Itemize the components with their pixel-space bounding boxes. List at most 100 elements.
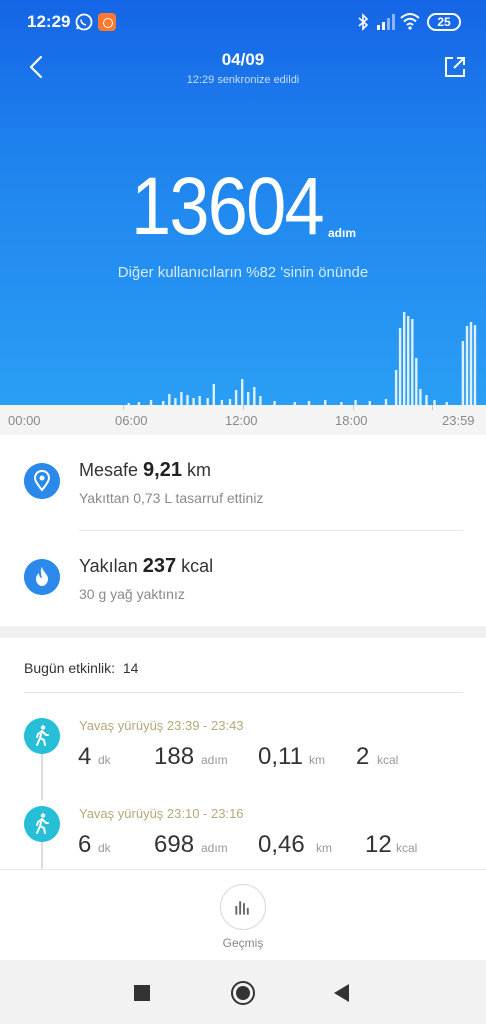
- step-bar: [425, 395, 428, 405]
- tick-mark: [432, 405, 433, 410]
- step-bar: [419, 389, 422, 405]
- chart-time-axis: 00:00 06:00 12:00 18:00 23:59: [0, 405, 486, 435]
- tick-mark: [243, 405, 244, 410]
- distance-title: Mesafe 9,21 km: [79, 459, 211, 482]
- activity-distance-unit: km: [316, 841, 332, 855]
- time-tick-label: 06:00: [115, 413, 148, 428]
- wifi-icon: [400, 13, 420, 30]
- time-tick-label: 12:00: [225, 413, 258, 428]
- step-bar: [253, 387, 256, 405]
- step-bar: [247, 392, 250, 405]
- hero-panel: 12:29 25 04/09 12:29 senkronize edildi 1…: [0, 0, 486, 405]
- sync-status: 12:29 senkronize edildi: [186, 74, 300, 86]
- distance-unit: km: [187, 460, 211, 480]
- activity-label: Yavaş yürüyüş 23:10 - 23:16: [79, 806, 244, 821]
- calories-label: Yakılan: [79, 556, 138, 576]
- activity-item[interactable]: Yavaş yürüyüş 23:10 - 23:16 6 dk 698 adı…: [0, 788, 486, 870]
- distance-label: Mesafe: [79, 460, 139, 480]
- distance-subtext: Yakıttan 0,73 L tasarruf ettiniz: [79, 490, 264, 506]
- activity-distance: 0,46: [258, 831, 305, 858]
- home-circle-icon[interactable]: [231, 981, 255, 1005]
- bluetooth-icon: [358, 13, 369, 31]
- status-time: 12:29: [27, 12, 71, 31]
- flame-icon: [24, 559, 60, 595]
- calories-row[interactable]: Yakılan 237 kcal 30 g yağ yaktınız: [0, 531, 486, 626]
- back-triangle-icon[interactable]: [334, 984, 349, 1002]
- calories-title: Yakılan 237 kcal: [79, 555, 213, 578]
- step-count-block: 13604 adım: [0, 162, 486, 252]
- battery-level: 25: [437, 15, 451, 29]
- page-title-date: 04/09: [221, 50, 265, 69]
- time-tick-label: 00:00: [8, 413, 41, 428]
- activity-steps-unit: adım: [201, 753, 228, 767]
- activity-distance: 0,11: [258, 743, 303, 770]
- section-separator: [0, 626, 486, 638]
- share-icon: [445, 57, 465, 77]
- step-bar: [407, 316, 410, 405]
- walking-person-icon: [24, 718, 60, 754]
- step-bar: [198, 396, 201, 405]
- time-tick-label: 18:00: [335, 413, 368, 428]
- share-button[interactable]: [443, 55, 467, 79]
- calories-unit: kcal: [181, 556, 214, 576]
- activity-duration: 6: [78, 831, 92, 858]
- step-bar: [174, 398, 177, 405]
- status-bar: 12:29 25: [0, 0, 486, 44]
- divider: [24, 692, 463, 693]
- bar-chart-icon: [235, 901, 249, 915]
- activity-count-value: 14: [122, 660, 139, 676]
- tick-mark: [353, 405, 354, 410]
- whatsapp-icon: [75, 13, 93, 31]
- activity-count-label: Bugün etkinlik:: [24, 660, 116, 676]
- distance-value: 9,21: [143, 459, 182, 481]
- step-bar: [186, 395, 189, 405]
- walking-person-icon: [24, 806, 60, 842]
- ranking-text: Diğer kullanıcıların %82 'sinin önünde: [117, 264, 369, 281]
- time-tick-label: 23:59: [442, 413, 475, 428]
- calories-value: 237: [142, 555, 177, 577]
- step-bar: [415, 358, 418, 405]
- timeline-connector: [41, 842, 43, 870]
- activity-steps: 188: [154, 743, 195, 770]
- activity-steps: 698: [154, 831, 195, 858]
- activity-label: Yavaş yürüyüş 23:39 - 23:43: [79, 718, 244, 733]
- step-count: 13604: [131, 161, 325, 252]
- step-bar: [168, 394, 171, 405]
- activity-distance-unit: km: [309, 753, 325, 767]
- step-bar: [192, 398, 195, 405]
- step-bar: [180, 392, 183, 405]
- activity-duration-unit: dk: [98, 841, 111, 855]
- activity-kcal: 12: [365, 831, 392, 858]
- step-bar: [234, 390, 238, 405]
- history-label[interactable]: Geçmiş: [0, 936, 486, 950]
- activity-kcal-unit: kcal: [377, 753, 399, 767]
- step-bar: [465, 326, 469, 405]
- activity-steps-unit: adım: [201, 841, 228, 855]
- app-notification-icon: [98, 13, 116, 31]
- activity-count: Bugün etkinlik: 14: [24, 660, 138, 676]
- recents-square-icon[interactable]: [134, 985, 150, 1001]
- activity-kcal: 2: [356, 743, 370, 770]
- step-bar: [473, 325, 477, 405]
- step-bar: [469, 322, 473, 405]
- signal-icon: [377, 14, 395, 30]
- activity-duration-unit: dk: [98, 753, 111, 767]
- step-bar: [259, 396, 262, 405]
- step-bar: [461, 341, 465, 405]
- step-bar: [411, 319, 414, 405]
- battery-icon: 25: [427, 13, 461, 31]
- system-nav-bar: [0, 960, 486, 1024]
- step-bar: [398, 328, 402, 405]
- step-unit: adım: [328, 226, 357, 240]
- step-bar: [212, 384, 215, 405]
- tick-mark: [123, 405, 124, 410]
- location-pin-icon: [24, 463, 60, 499]
- calories-subtext: 30 g yağ yaktınız: [79, 586, 185, 602]
- activity-duration: 4: [78, 743, 92, 770]
- history-button[interactable]: [220, 884, 266, 930]
- activity-item[interactable]: Yavaş yürüyüş 23:39 - 23:43 4 dk 188 adı…: [0, 700, 486, 800]
- distance-row[interactable]: Mesafe 9,21 km Yakıttan 0,73 L tasarruf …: [0, 435, 486, 531]
- step-bar: [394, 370, 398, 405]
- history-bar: Geçmiş: [0, 869, 486, 959]
- activity-kcal-unit: kcal: [396, 841, 418, 855]
